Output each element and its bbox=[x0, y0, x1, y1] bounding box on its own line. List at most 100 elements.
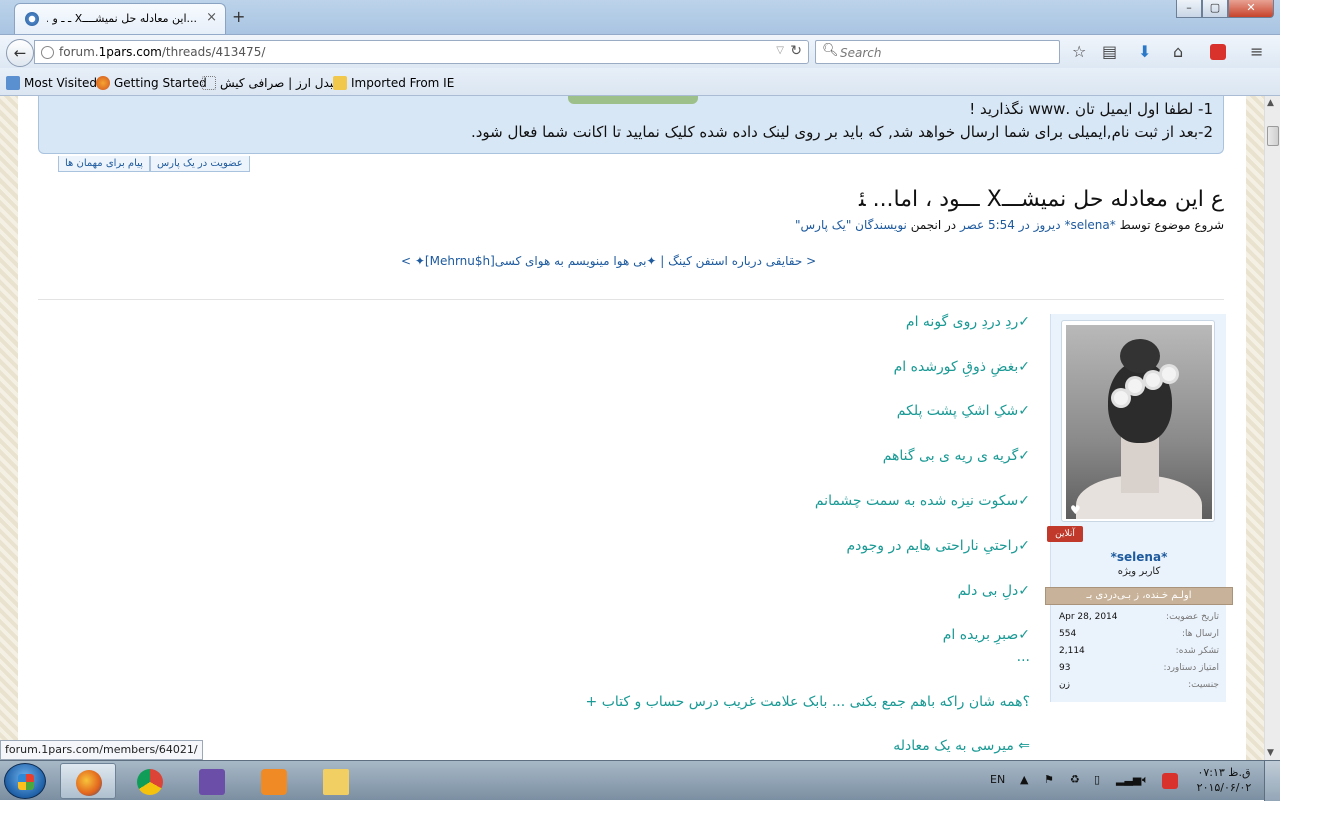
volume-icon[interactable]: 🔈︎ bbox=[1142, 773, 1149, 787]
prev-next-thread-links[interactable]: < حقایقی درباره استفن کینگ | ✦بی هوا مین… bbox=[401, 254, 816, 268]
bookmark-currency[interactable]: مبدل ارز | صرافی کیش bbox=[202, 76, 340, 90]
vertical-scrollbar[interactable]: ▲ ▼ bbox=[1264, 96, 1280, 760]
tab-register[interactable]: عضویت در یک پارس bbox=[149, 156, 250, 172]
firefox-icon bbox=[76, 770, 102, 796]
starter-user-link[interactable]: *selena* bbox=[1064, 218, 1115, 232]
taskbar-chrome[interactable] bbox=[122, 763, 178, 799]
bookmark-imported-ie[interactable]: Imported From IE bbox=[333, 76, 454, 90]
back-button[interactable]: ← bbox=[6, 39, 34, 67]
new-tab-button[interactable]: + bbox=[232, 7, 245, 26]
battery-icon[interactable]: ▯ bbox=[1094, 773, 1100, 786]
home-icon[interactable]: ⌂ bbox=[1173, 42, 1183, 61]
bookmark-star-icon[interactable]: ☆ bbox=[1072, 42, 1086, 61]
avatar: ♥ bbox=[1066, 325, 1212, 519]
show-desktop-button[interactable] bbox=[1264, 761, 1280, 801]
tray-expand-icon[interactable]: ▲ bbox=[1020, 773, 1028, 786]
post-line: ✓بغضِ ذوقِ کورشده ام bbox=[893, 359, 1030, 375]
taskbar-visual-studio[interactable] bbox=[184, 763, 240, 799]
window-controls: – ▢ ✕ bbox=[1176, 0, 1274, 20]
bookmark-most-visited[interactable]: Most Visited bbox=[6, 76, 97, 90]
downloads-icon[interactable]: ⬇ bbox=[1138, 42, 1151, 61]
scroll-thumb[interactable] bbox=[1267, 126, 1279, 146]
tab-strip: ...این معادله حل نمیشــــX ـ ـ‌ و ... × … bbox=[0, 0, 1280, 34]
menu-icon[interactable]: ≡ bbox=[1250, 42, 1263, 61]
taskbar-media-player[interactable] bbox=[246, 763, 302, 799]
reading-list-icon[interactable]: ▤ bbox=[1102, 42, 1117, 61]
notice-line-2: 2-بعد از ثبت نام,ایمیلی برای شما ارسال خ… bbox=[470, 123, 1213, 141]
reload-icon[interactable]: ↻ bbox=[790, 43, 802, 59]
right-border-pattern bbox=[1246, 96, 1264, 760]
thread-title: ﻉ این معادله حل نمیشـــX ـــود ، اما... … bbox=[858, 187, 1224, 212]
divider bbox=[38, 299, 1224, 300]
language-indicator[interactable]: EN bbox=[990, 773, 1005, 786]
starter-time-link[interactable]: دیروز در 5:54 عصر bbox=[960, 218, 1061, 232]
bookmarks-toolbar: Most Visited Getting Started مبدل ارز | … bbox=[0, 68, 1280, 96]
search-icon: 🔍︎ bbox=[822, 43, 839, 58]
history-dropdown-icon[interactable]: ▽ bbox=[776, 45, 784, 56]
url-text: forum.1pars.com/threads/413475/ bbox=[59, 45, 266, 59]
notice-line-1: 1- لطفا اول ایمیل تان .www نگذارید ! bbox=[969, 100, 1213, 118]
minimize-button[interactable]: – bbox=[1176, 0, 1202, 18]
page-viewport: 1- لطفا اول ایمیل تان .www نگذارید ! 2-ب… bbox=[0, 96, 1264, 760]
navigation-toolbar: ← forum.1pars.com/threads/413475/ ▽ ↻ 🔍︎… bbox=[0, 34, 1280, 68]
network-sync-icon[interactable]: ♻ bbox=[1070, 773, 1080, 786]
close-window-button[interactable]: ✕ bbox=[1228, 0, 1274, 18]
post-line: ✓صبرِ بریده ام bbox=[942, 627, 1030, 643]
member-ribbon: اولـم خـنده، ز بـی‌دردی بـ bbox=[1045, 587, 1233, 605]
taskbar-explorer[interactable] bbox=[308, 763, 364, 799]
avatar-frame[interactable]: ♥ bbox=[1061, 320, 1215, 522]
forum-link[interactable]: نویسندگان "یک پارس" bbox=[795, 218, 907, 232]
guest-tabs: پیام برای مهمان ها عضویت در یک پارس bbox=[58, 156, 250, 172]
post-line: ... bbox=[1016, 649, 1030, 665]
clock-time: ق.ظ ۰۷:۱۳ bbox=[1197, 766, 1251, 779]
member-name[interactable]: *selena* bbox=[1051, 550, 1227, 564]
tab-guest-messages[interactable]: پیام برای مهمان ها bbox=[58, 156, 150, 172]
clock-date: ۲۰۱۵/۰۶/۰۲ bbox=[1196, 781, 1252, 794]
windows-taskbar: EN ▲ ⚑ ♻ ▯ ▂▃▅ 🔈︎ ق.ظ ۰۷:۱۳ ۲۰۱۵/۰۶/۰۲ bbox=[0, 760, 1280, 801]
visual-studio-icon bbox=[199, 769, 225, 795]
bookmark-folder-icon bbox=[6, 76, 20, 90]
globe-icon bbox=[41, 46, 54, 59]
search-placeholder: Search bbox=[840, 46, 882, 60]
browser-tab[interactable]: ...این معادله حل نمیشــــX ـ ـ‌ و ... × bbox=[14, 3, 226, 34]
member-title: کاربر ویژه bbox=[1117, 566, 1161, 577]
flag-icon[interactable]: ⚑ bbox=[1044, 773, 1054, 786]
bookmark-getting-started[interactable]: Getting Started bbox=[96, 76, 207, 90]
address-bar[interactable]: forum.1pars.com/threads/413475/ ▽ ↻ bbox=[34, 40, 809, 64]
folder-icon bbox=[333, 76, 347, 90]
heart-icon: ♥ bbox=[1070, 503, 1081, 517]
search-input[interactable]: 🔍︎ Search bbox=[815, 40, 1060, 64]
windows-logo-icon bbox=[18, 774, 34, 790]
addon-icon[interactable] bbox=[1210, 44, 1226, 60]
post-line: ✓راحتیِ ناراحتی هایم در وجودم bbox=[846, 538, 1031, 554]
notice-tab-handle bbox=[568, 96, 698, 104]
site-favicon-icon bbox=[25, 12, 39, 26]
folder-icon bbox=[323, 769, 349, 795]
maximize-button[interactable]: ▢ bbox=[1202, 0, 1228, 18]
member-card: ♥ آنلاین *selena* کاربر ویژه اولـم خـنده… bbox=[1045, 314, 1233, 702]
chrome-icon bbox=[137, 769, 163, 795]
tray-app-icon[interactable] bbox=[1162, 773, 1178, 789]
post-line: ✓گریه ی ریه ی بی گناهم bbox=[882, 448, 1030, 464]
left-border-pattern bbox=[0, 96, 18, 760]
thread-starter-info: شروع موضوع توسط *selena* دیروز در 5:54 ع… bbox=[794, 218, 1224, 232]
post-line: ؟همه شان راکه باهم جمع بکنی ... بابک علا… bbox=[585, 694, 1030, 710]
start-button[interactable] bbox=[4, 763, 46, 799]
post-line: ✓دلِ بی دلم bbox=[957, 583, 1030, 599]
post-line: ✓ردِ دردِ روی گونه ام bbox=[905, 314, 1030, 330]
notice-box: 1- لطفا اول ایمیل تان .www نگذارید ! 2-ب… bbox=[38, 96, 1224, 154]
post-line: ⇐ میرسی به یک معادله bbox=[893, 738, 1030, 754]
tab-title: ...این معادله حل نمیشــــX ـ ـ‌ و ... bbox=[47, 12, 197, 25]
signal-icon[interactable]: ▂▃▅ bbox=[1116, 773, 1141, 786]
scroll-down-icon[interactable]: ▼ bbox=[1267, 748, 1274, 758]
tab-close-icon[interactable]: × bbox=[206, 10, 217, 25]
taskbar-firefox[interactable] bbox=[60, 763, 116, 799]
page-icon bbox=[202, 76, 216, 90]
online-badge: آنلاین bbox=[1047, 526, 1083, 542]
clock[interactable]: ق.ظ ۰۷:۱۳ ۲۰۱۵/۰۶/۰۲ bbox=[1192, 765, 1256, 795]
forum-page: 1- لطفا اول ایمیل تان .www نگذارید ! 2-ب… bbox=[18, 96, 1246, 760]
post-line: ✓شکِ اشکِ پشت پلکم bbox=[896, 403, 1030, 419]
firefox-icon bbox=[96, 76, 110, 90]
scroll-up-icon[interactable]: ▲ bbox=[1267, 98, 1274, 108]
media-player-icon bbox=[261, 769, 287, 795]
